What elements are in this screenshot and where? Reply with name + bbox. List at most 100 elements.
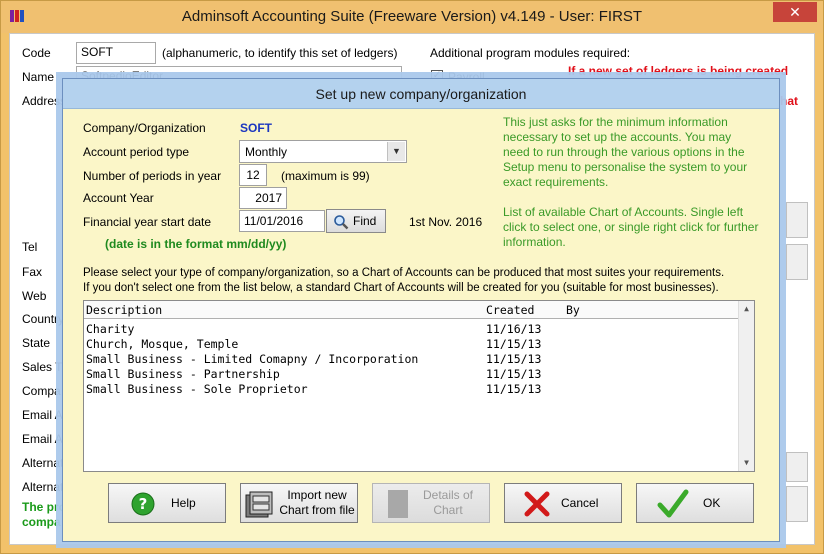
row-created: 11/16/13	[486, 322, 542, 336]
name-label: Name	[22, 70, 55, 84]
help-icon: ?	[131, 492, 155, 516]
find-date-button[interactable]: Find	[326, 209, 386, 233]
row-created: 11/15/13	[486, 367, 542, 381]
chart-of-accounts-list[interactable]: Description Created By Charity 11/16/13 …	[83, 300, 755, 472]
column-header-created[interactable]: Created	[486, 303, 534, 317]
ok-button[interactable]: OK	[636, 483, 754, 523]
company-label: Compa	[22, 384, 61, 398]
info-line: need to run through the various options …	[503, 145, 745, 159]
details-label-line1: Details of	[422, 488, 474, 502]
fy-start-readable: 1st Nov. 2016	[409, 215, 483, 229]
import-label: Import new Chart from file	[277, 488, 357, 518]
list-item[interactable]: Small Business - Partnership 11/15/13	[84, 367, 734, 382]
num-periods-label: Number of periods in year	[83, 169, 222, 183]
modules-label: Additional program modules required:	[430, 46, 631, 60]
info-line: necessary to set up the accounts. You ma…	[503, 130, 732, 144]
green-note-line2: compa	[22, 515, 61, 529]
list-scrollbar[interactable]: ▲ ▼	[738, 301, 754, 471]
period-type-label: Account period type	[83, 145, 190, 159]
list-info-text: List of available Chart of Accounts. Sin…	[503, 205, 778, 250]
side-button-4[interactable]	[786, 486, 808, 522]
select-instruction-line1: Please select your type of company/organ…	[83, 267, 725, 279]
row-description: Charity	[86, 322, 135, 336]
setup-info-text: This just asks for the minimum informati…	[503, 115, 773, 190]
main-titlebar[interactable]: Adminsoft Accounting Suite (Freeware Ver…	[1, 1, 823, 33]
select-instruction-line2: If you don't select one from the list be…	[83, 282, 719, 294]
row-description: Small Business - Partnership	[86, 367, 280, 381]
fy-start-label: Financial year start date	[83, 215, 212, 229]
code-label: Code	[22, 46, 51, 60]
account-year-field[interactable]: 2017	[239, 187, 287, 209]
num-periods-hint: (maximum is 99)	[281, 169, 370, 183]
close-button[interactable]: ✕	[773, 2, 817, 22]
red-x-icon	[524, 491, 550, 517]
web-label: Web	[22, 289, 47, 303]
list-info-line: information.	[503, 235, 566, 249]
setup-company-dialog: Set up new company/organization Company/…	[62, 78, 780, 542]
fax-label: Fax	[22, 265, 43, 279]
list-item[interactable]: Small Business - Sole Proprietor 11/15/1…	[84, 382, 734, 397]
email-label-2: Email A	[22, 432, 63, 446]
list-info-line: click to select one, or single right cli…	[503, 220, 759, 234]
file-cabinet-icon	[245, 491, 273, 518]
green-note-line1: The pro	[22, 500, 66, 514]
details-label: Details of Chart	[415, 488, 481, 518]
address-label: Address	[22, 94, 67, 108]
list-item[interactable]: Church, Mosque, Temple 11/15/13	[84, 337, 734, 352]
row-description: Small Business - Limited Comapny / Incor…	[86, 352, 419, 366]
period-type-select[interactable]: Monthly ▼	[239, 140, 407, 163]
help-button[interactable]: ? Help	[108, 483, 226, 523]
magnifier-icon	[334, 215, 349, 230]
list-item[interactable]: Charity 11/16/13	[84, 322, 734, 337]
tel-label: Tel	[22, 240, 38, 254]
account-year-label: Account Year	[83, 191, 154, 205]
column-header-by[interactable]: By	[566, 303, 580, 317]
import-chart-button[interactable]: Import new Chart from file	[240, 483, 358, 523]
country-label: Country	[22, 312, 65, 326]
info-line: This just asks for the minimum informati…	[503, 115, 728, 129]
row-created: 11/15/13	[486, 382, 542, 396]
list-item[interactable]: Small Business - Limited Comapny / Incor…	[84, 352, 734, 367]
ok-label: OK	[703, 496, 721, 510]
details-chart-button[interactable]: Details of Chart	[372, 483, 490, 523]
list-header: Description Created By	[84, 301, 754, 319]
cancel-label: Cancel	[561, 496, 599, 510]
company-org-value: SOFT	[240, 121, 272, 135]
scroll-down-icon[interactable]: ▼	[739, 455, 754, 471]
cancel-button[interactable]: Cancel	[504, 483, 622, 523]
row-description: Church, Mosque, Temple	[86, 337, 239, 351]
column-header-description[interactable]: Description	[86, 303, 162, 317]
dialog-titlebar[interactable]: Set up new company/organization	[63, 79, 779, 109]
state-label: State	[22, 336, 51, 350]
info-line: exact requirements.	[503, 175, 609, 189]
import-label-line1: Import new	[287, 488, 347, 502]
period-type-value: Monthly	[245, 145, 288, 159]
num-periods-field[interactable]: 12	[239, 164, 267, 186]
row-description: Small Business - Sole Proprietor	[86, 382, 308, 396]
row-created: 11/15/13	[486, 337, 542, 351]
alternate-label-1: Alternat	[22, 456, 64, 470]
side-button-1[interactable]	[786, 202, 808, 238]
scroll-up-icon[interactable]: ▲	[739, 301, 754, 317]
fy-start-field[interactable]: 11/01/2016	[239, 210, 325, 232]
details-label-line2: Chart	[433, 503, 463, 517]
date-format-note: (date is in the format mm/dd/yy)	[105, 237, 287, 251]
email-label-1: Email A	[22, 408, 63, 422]
side-button-3[interactable]	[786, 452, 808, 482]
green-checkmark-icon	[657, 489, 689, 518]
help-label: Help	[171, 496, 196, 510]
code-field[interactable]: SOFT	[76, 42, 156, 64]
side-button-2[interactable]	[786, 244, 808, 280]
code-hint: (alphanumeric, to identify this set of l…	[162, 46, 398, 60]
svg-text:?: ?	[139, 495, 148, 513]
chevron-down-icon[interactable]: ▼	[387, 142, 405, 161]
row-created: 11/15/13	[486, 352, 542, 366]
window-title: Adminsoft Accounting Suite (Freeware Ver…	[181, 8, 643, 25]
red-note-line1: If a new set of ledgers is being created	[568, 64, 789, 78]
company-org-label: Company/Organization	[83, 121, 206, 135]
info-line: Setup menu to personalise the system to …	[503, 160, 748, 174]
alternate-label-2: Alternat	[22, 480, 64, 494]
document-icon	[388, 490, 408, 518]
find-label: Find	[353, 214, 377, 228]
list-info-line: List of available Chart of Accounts. Sin…	[503, 205, 744, 219]
